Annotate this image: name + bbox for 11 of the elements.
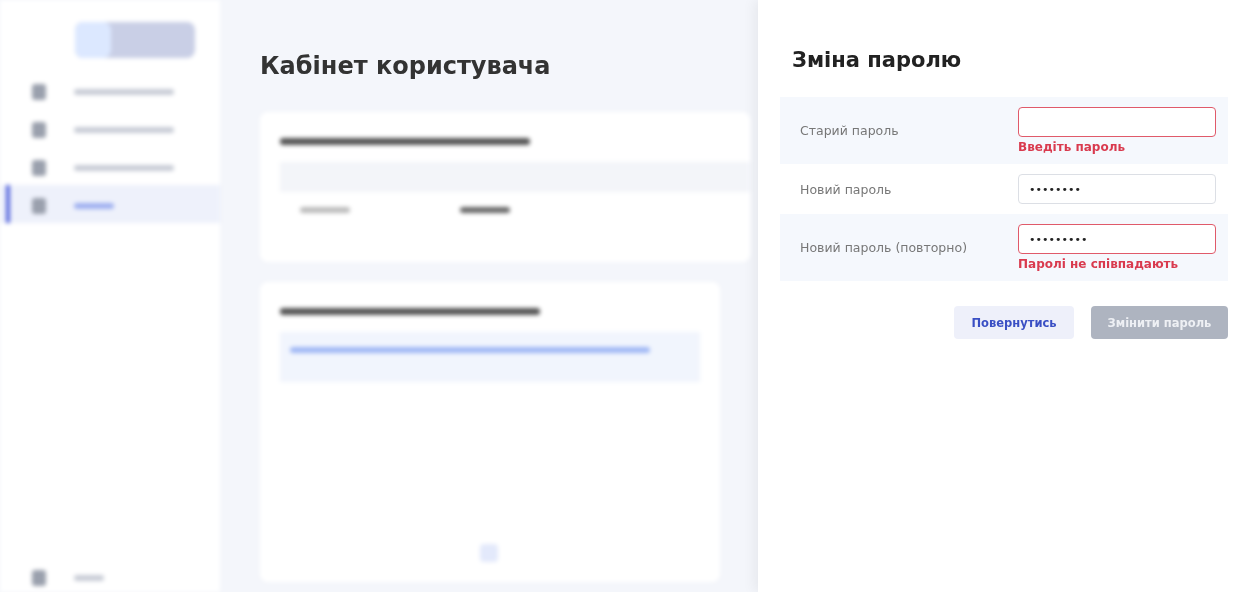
password-field[interactable]: ••••••••• <box>1018 224 1216 254</box>
back-button[interactable]: Повернутись <box>954 306 1074 339</box>
field-label: Новий пароль (повторно) <box>800 240 968 255</box>
field-label: Новий пароль <box>800 181 893 197</box>
page-title: Кабінет користувача <box>260 52 552 82</box>
error-message: Введіть пароль <box>1018 140 1126 154</box>
error-message: Паролі не співпадають <box>1018 257 1180 271</box>
dialog-title: Зміна паролю <box>792 48 963 72</box>
password-field[interactable]: •••••••• <box>1018 174 1216 204</box>
field-label: Старий пароль <box>800 123 900 138</box>
password-field[interactable] <box>1018 107 1216 137</box>
